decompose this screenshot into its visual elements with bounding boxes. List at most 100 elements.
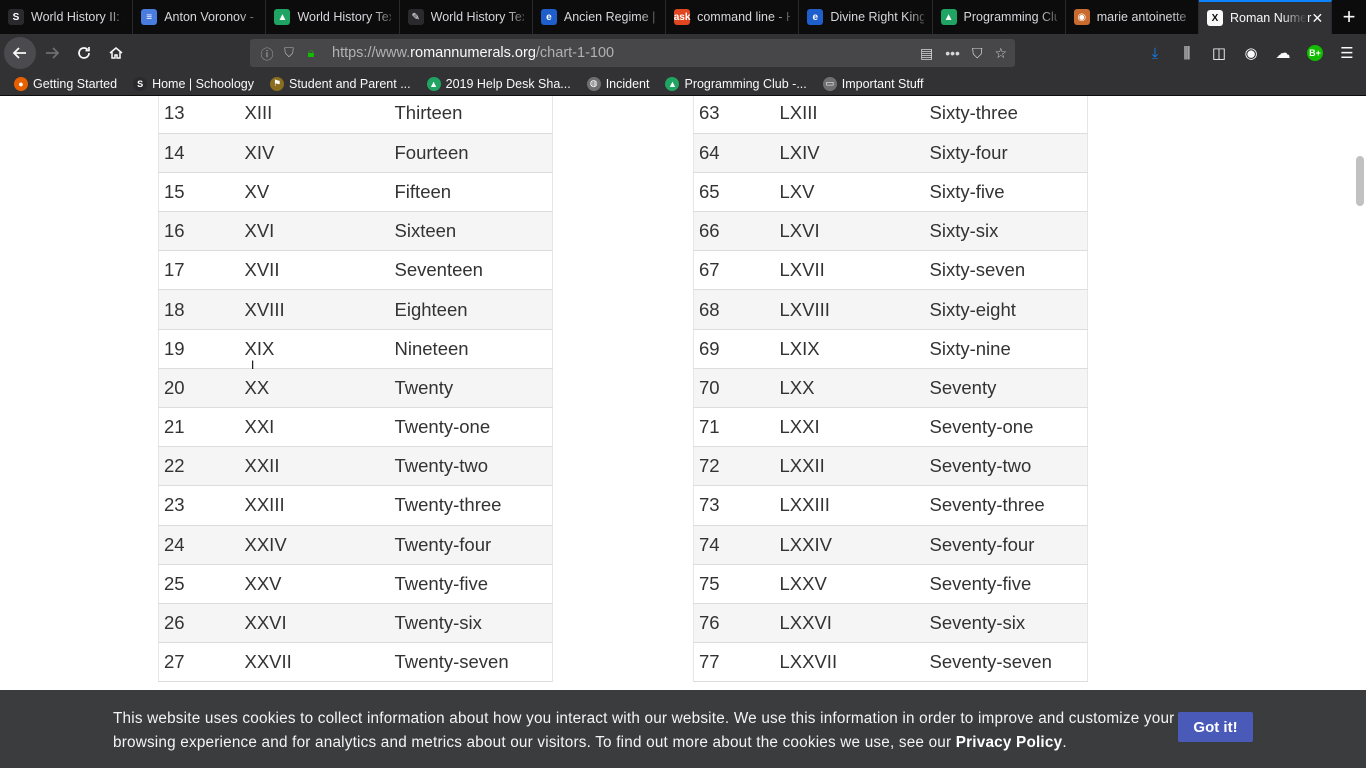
pocket-icon[interactable]: ⛉	[972, 45, 983, 62]
browser-tab[interactable]: ≡ Anton Voronov - F	[133, 0, 267, 34]
scrollbar-thumb[interactable]	[1356, 156, 1364, 206]
table-row: 19 XIX Nineteen	[158, 329, 553, 369]
browser-tab[interactable]: ▲ Programming Clu	[933, 0, 1066, 34]
google-docs-icon: ≡	[141, 9, 158, 25]
arabic-number-cell: 17	[158, 250, 240, 291]
table-row: 22 XXII Twenty-two	[158, 446, 553, 487]
roman-numeral-cell: XVII	[239, 250, 390, 291]
arabic-number-cell: 19	[158, 329, 240, 369]
arabic-number-cell: 75	[693, 564, 775, 604]
back-button[interactable]	[4, 37, 36, 69]
forward-button[interactable]	[36, 37, 68, 69]
browser-tab[interactable]: ✎ World History Tex	[400, 0, 533, 34]
download-icon[interactable]: ⤓	[1142, 37, 1168, 69]
table-row: 71 LXXI Seventy-one	[693, 407, 1088, 448]
arabic-number-cell: 71	[693, 407, 775, 448]
got-it-button[interactable]: Got it!	[1178, 712, 1253, 742]
arabic-number-cell: 26	[158, 603, 240, 644]
browser-tab[interactable]: e Ancien Regime | E	[533, 0, 667, 34]
browser-tab[interactable]: ask command line - H	[666, 0, 800, 34]
table-row: 21 XXI Twenty-one	[158, 407, 553, 448]
roman-numeral-cell: LXV	[774, 172, 925, 213]
info-icon[interactable]: ⓘ	[258, 44, 276, 63]
reload-button[interactable]	[68, 37, 100, 69]
roman-numeral-cell: LXXV	[774, 564, 925, 604]
browser-tab[interactable]: e Divine Right King	[799, 0, 933, 34]
badge-icon: B+	[1307, 45, 1323, 61]
table-row: 15 XV Fifteen	[158, 172, 553, 213]
number-word-cell: Sixty-seven	[924, 250, 1088, 291]
leaf-icon: ✎	[407, 9, 424, 25]
page-actions-icon[interactable]: •••	[945, 45, 960, 62]
url-path: /chart-1-100	[535, 45, 615, 61]
table-row: 23 XXIII Twenty-three	[158, 485, 553, 526]
schoology-icon: S	[133, 76, 148, 91]
url-bar[interactable]: ⓘ ⛉ 🔒︎ https://www. romannumerals.org/cha…	[250, 39, 1015, 67]
bookmark-item[interactable]: ▭ Important Stuff	[822, 76, 924, 91]
table-row: 76 LXXVI Seventy-six	[693, 603, 1088, 644]
bookmark-item[interactable]: ⚑ Student and Parent ...	[270, 76, 411, 91]
privacy-policy-link[interactable]: Privacy Policy	[956, 734, 1063, 751]
bookmark-star-icon[interactable]: ☆	[994, 45, 1007, 62]
scrollbar[interactable]	[1354, 96, 1366, 768]
roman-numeral-cell: LXIII	[774, 96, 925, 134]
number-word-cell: Seventy-four	[924, 525, 1088, 565]
bookmark-item[interactable]: ▲ 2019 Help Desk Sha...	[426, 76, 571, 91]
extension-icon[interactable]: ☁	[1270, 37, 1296, 69]
bookmark-item[interactable]: S Home | Schoology	[133, 76, 254, 91]
roman-numeral-cell: LXVII	[774, 250, 925, 291]
number-word-cell: Fifteen	[389, 172, 553, 213]
browser-tab[interactable]: X Roman Numer ✕	[1198, 0, 1333, 34]
roman-numeral-cell: XIV	[239, 133, 390, 173]
roman-numeral-cell: XIII	[239, 96, 390, 134]
number-word-cell: Seventy	[924, 368, 1088, 409]
sidebar-icon[interactable]: ◫	[1206, 37, 1232, 69]
cookie-banner: This website uses cookies to collect inf…	[0, 690, 1366, 768]
bookmark-item[interactable]: ◍ Incident	[586, 76, 649, 91]
arabic-number-cell: 77	[693, 642, 775, 683]
bookmark-item[interactable]: ● Getting Started	[14, 76, 118, 91]
roman-numeral-cell: LXXVI	[774, 603, 925, 644]
menu-icon[interactable]: ☰	[1334, 37, 1360, 69]
bookmark-label: Getting Started	[33, 76, 118, 91]
number-word-cell: Sixty-five	[924, 172, 1088, 213]
number-word-cell: Seventy-seven	[924, 642, 1088, 683]
wiki-icon: ◉	[1073, 9, 1090, 25]
extension-badge-button[interactable]: B+	[1302, 37, 1328, 69]
arabic-number-cell: 74	[693, 525, 775, 565]
close-tab-icon[interactable]: ✕	[1311, 10, 1323, 27]
roman-numeral-cell: LXXI	[774, 407, 925, 448]
account-icon[interactable]: ◉	[1238, 37, 1264, 69]
browser-tab[interactable]: ▲ World History Tex	[266, 0, 400, 34]
lock-icon[interactable]: 🔒︎	[302, 45, 320, 61]
number-word-cell: Twenty-two	[389, 446, 553, 487]
bookmarks-bar: ● Getting Started S Home | Schoology ⚑ Studen…	[0, 72, 1366, 96]
library-icon[interactable]: ⫼	[1174, 37, 1200, 69]
arabic-number-cell: 16	[158, 211, 240, 252]
britannica-icon: e	[807, 9, 824, 25]
browser-tab[interactable]: S World History II: S	[0, 0, 134, 34]
number-word-cell: Seventy-one	[924, 407, 1088, 448]
roman-numeral-cell: LXIV	[774, 133, 925, 173]
arabic-number-cell: 66	[693, 211, 775, 252]
table-row: 73 LXXIII Seventy-three	[693, 485, 1088, 526]
browser-tab[interactable]: ◉ marie antoinette	[1066, 0, 1199, 34]
number-word-cell: Sixty-four	[924, 133, 1088, 173]
bookmark-item[interactable]: ▲ Programming Club -...	[665, 76, 807, 91]
table-row: 70 LXX Seventy	[693, 368, 1088, 409]
table-row: 65 LXV Sixty-five	[693, 172, 1088, 213]
reader-view-icon[interactable]: ▤	[920, 45, 933, 62]
britannica-icon: e	[540, 9, 557, 25]
cookie-text-end: .	[1062, 734, 1067, 751]
home-button[interactable]	[100, 37, 132, 69]
tracking-shield-icon[interactable]: ⛉	[280, 45, 298, 61]
roman-numeral-cell: LXXVII	[774, 642, 925, 683]
arabic-number-cell: 65	[693, 172, 775, 213]
text-cursor-icon: I	[251, 358, 255, 372]
table-row: 72 LXXII Seventy-two	[693, 446, 1088, 487]
table-row: 64 LXIV Sixty-four	[693, 133, 1088, 173]
roman-numeral-cell: LXXIV	[774, 525, 925, 565]
new-tab-button[interactable]: +	[1332, 0, 1366, 34]
roman-numeral-cell: XX	[239, 368, 390, 409]
cookie-message: This website uses cookies to collect inf…	[113, 707, 1178, 755]
